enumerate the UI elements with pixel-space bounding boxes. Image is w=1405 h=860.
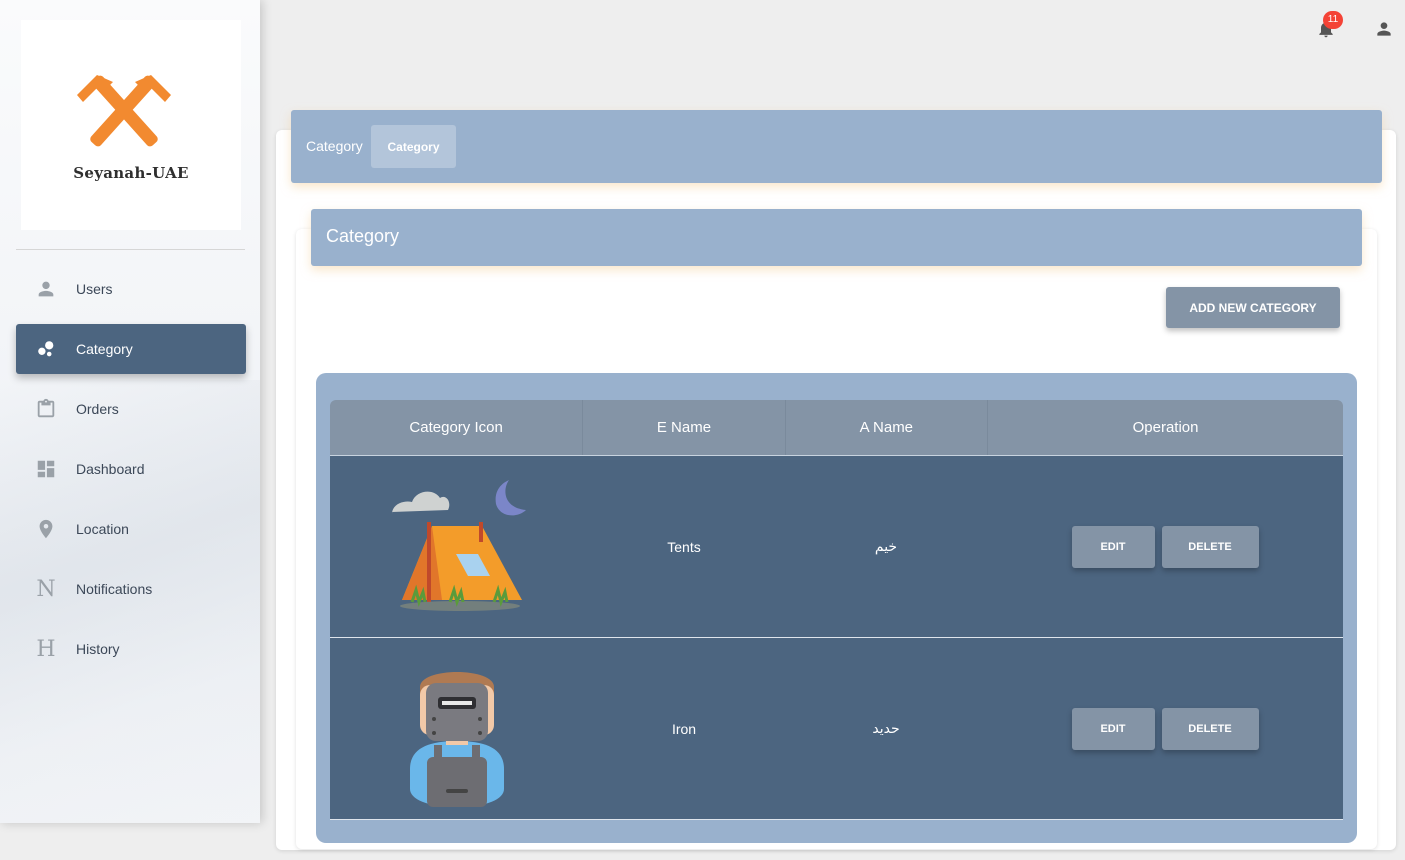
category-icon-cell <box>330 456 583 637</box>
sidebar-item-dashboard[interactable]: Dashboard <box>16 444 246 494</box>
location-pin-icon <box>31 514 61 544</box>
column-header: Operation <box>1132 419 1199 436</box>
crossed-hammers-icon <box>77 75 171 147</box>
add-new-category-button[interactable]: ADD NEW CATEGORY <box>1166 287 1340 328</box>
sidebar-divider <box>16 249 245 250</box>
logo: Seyanah-UAE <box>21 20 241 230</box>
column-header: Category Icon <box>330 400 584 455</box>
category-table-container: Category Icon E Name A Name Operation Te… <box>316 373 1357 843</box>
e-name-cell: Iron <box>671 720 697 737</box>
clipboard-icon <box>31 394 61 424</box>
notification-count-badge: 11 <box>1323 11 1343 29</box>
breadcrumb-link[interactable]: Category <box>306 138 363 154</box>
page-title: Category <box>326 226 400 246</box>
sidebar-item-notifications[interactable]: N Notifications <box>16 564 246 614</box>
sidebar-item-label: Category <box>76 341 133 357</box>
section-header: Category <box>311 209 1362 266</box>
brand-name: Seyanah-UAE <box>73 164 189 182</box>
sidebar-item-history[interactable]: H History <box>16 624 246 674</box>
table-row: Iron حديد EDIT DELETE <box>330 638 1343 820</box>
sidebar-item-label: Dashboard <box>76 461 145 477</box>
delete-button[interactable]: DELETE <box>1161 525 1259 568</box>
letter-h-icon: H <box>36 636 56 662</box>
breadcrumb-current[interactable]: Category <box>371 125 456 168</box>
sidebar-item-category[interactable]: Category <box>16 324 246 374</box>
sidebar-item-orders[interactable]: Orders <box>16 384 246 434</box>
operation-cell: EDIT DELETE <box>987 638 1343 819</box>
tent-icon <box>391 479 526 611</box>
sidebar: Seyanah-UAE Users Category Orders Dashbo… <box>0 0 260 823</box>
sidebar-nav: Users Category Orders Dashboard Location <box>16 264 246 684</box>
person-icon <box>31 274 61 304</box>
edit-button[interactable]: EDIT <box>1071 707 1155 750</box>
person-icon <box>1377 22 1391 36</box>
sidebar-item-label: Users <box>76 281 113 297</box>
category-table: Category Icon E Name A Name Operation Te… <box>330 400 1343 860</box>
breadcrumb: Category Category <box>291 110 1382 183</box>
sidebar-item-label: History <box>76 641 120 657</box>
e-name-cell: Tents <box>667 538 701 555</box>
operation-cell: EDIT DELETE <box>987 456 1343 637</box>
column-header: A Name <box>786 400 989 455</box>
a-name-cell: حديد <box>872 720 900 736</box>
delete-button[interactable]: DELETE <box>1161 707 1259 750</box>
edit-button[interactable]: EDIT <box>1071 525 1155 568</box>
sidebar-item-label: Orders <box>76 401 119 417</box>
table-header: Category Icon E Name A Name Operation <box>330 400 1343 456</box>
dashboard-icon <box>31 454 61 484</box>
sidebar-item-location[interactable]: Location <box>16 504 246 554</box>
bubble-chart-icon <box>31 334 61 364</box>
column-header: E Name <box>583 400 786 455</box>
account-button[interactable] <box>1374 19 1394 44</box>
a-name-cell: خيم <box>874 538 898 554</box>
sidebar-item-label: Location <box>76 521 129 537</box>
letter-n-icon: N <box>36 576 56 602</box>
sidebar-item-users[interactable]: Users <box>16 264 246 314</box>
category-icon-cell <box>330 638 583 819</box>
table-row: Tents خيم EDIT DELETE <box>330 456 1343 638</box>
welder-icon <box>409 671 504 807</box>
sidebar-item-label: Notifications <box>76 581 153 597</box>
